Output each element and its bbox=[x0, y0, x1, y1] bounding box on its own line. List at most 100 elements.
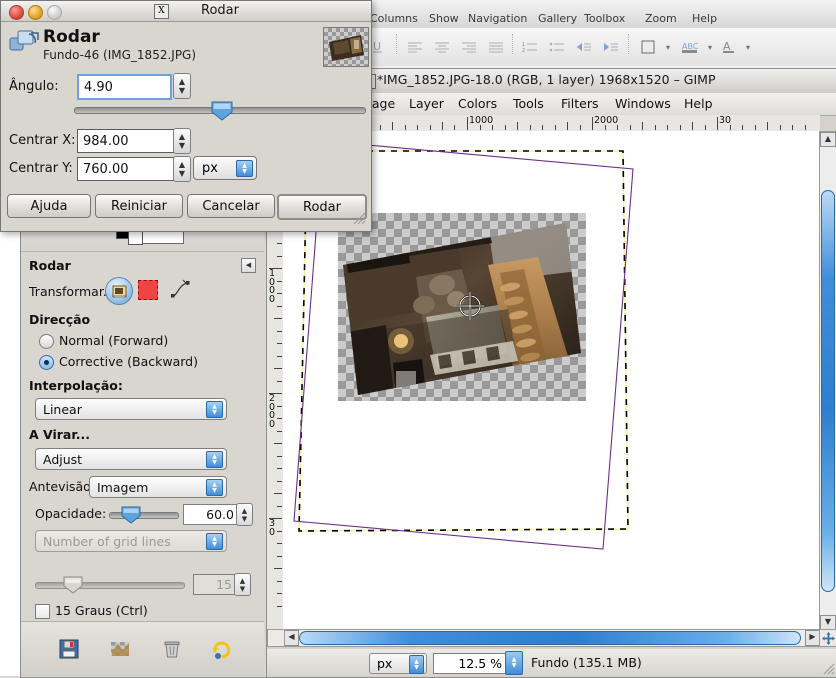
center-x-input[interactable]: 984.00 bbox=[77, 129, 176, 153]
center-y-input[interactable]: 760.00 bbox=[77, 157, 176, 181]
chevron-updown-icon[interactable]: ▲ ▼ bbox=[206, 479, 223, 496]
angle-label: Ângulo: bbox=[9, 79, 59, 94]
center-y-value: 760.00 bbox=[83, 161, 129, 177]
layer-glyph bbox=[111, 285, 127, 298]
chevron-updown-icon[interactable]: ▲ ▼ bbox=[206, 451, 223, 468]
menu-help[interactable]: Help bbox=[684, 96, 713, 111]
toolbar-separator bbox=[512, 34, 514, 54]
delete-tool-options-icon[interactable] bbox=[161, 638, 183, 660]
opacity-spinner[interactable]: ▲ ▼ bbox=[236, 503, 253, 526]
collapse-icon[interactable]: ◀ bbox=[241, 258, 256, 273]
navigation-preview-button[interactable] bbox=[819, 629, 836, 647]
path-glyph bbox=[171, 279, 190, 298]
chevron-updown-icon[interactable]: ▲ ▼ bbox=[206, 401, 223, 418]
interpolation-label: Interpolação: bbox=[29, 378, 123, 393]
scroll-down-arrow[interactable]: ▼ bbox=[820, 615, 836, 630]
rotation-center-crosshair[interactable] bbox=[455, 291, 485, 321]
quick-mask-toggle[interactable] bbox=[267, 629, 285, 647]
reset-button[interactable]: Reiniciar bbox=[95, 194, 183, 218]
constrain-15-degrees-checkbox[interactable] bbox=[35, 604, 50, 619]
opacity-value-field[interactable]: 60.0 bbox=[183, 504, 240, 525]
help-button-label: Ajuda bbox=[30, 198, 68, 214]
menu-windows[interactable]: Windows bbox=[615, 96, 671, 111]
grid-lines-slider-knob[interactable] bbox=[62, 575, 84, 594]
direction-label: Direcção bbox=[29, 312, 91, 327]
radio-corrective-backward[interactable] bbox=[39, 355, 54, 370]
scroll-right-arrow[interactable]: ▶ bbox=[805, 630, 820, 646]
angle-input[interactable]: 4.90 bbox=[77, 74, 172, 100]
opacity-label: Opacidade: bbox=[35, 506, 107, 521]
grid-lines-slider-track[interactable] bbox=[35, 582, 185, 589]
angle-spinner[interactable]: ▲ ▼ bbox=[173, 73, 191, 99]
menu-colors[interactable]: Colors bbox=[458, 96, 497, 111]
restore-tool-options-icon[interactable] bbox=[109, 638, 131, 660]
opacity-slider-knob[interactable] bbox=[120, 505, 142, 524]
resize-grip-icon[interactable] bbox=[821, 661, 835, 675]
unit-spinner[interactable]: ▲ ▼ bbox=[409, 655, 424, 674]
align-center-icon bbox=[431, 36, 453, 58]
borders-icon bbox=[638, 36, 658, 58]
gimp-toolbox-dock: Rodar ◀ Transformar. Direcção Normal (Fo… bbox=[20, 196, 267, 678]
decrease-indent-icon bbox=[573, 36, 595, 58]
grid-lines-spinner[interactable]: ▲ ▼ bbox=[234, 573, 251, 596]
clipping-combo[interactable]: Adjust ▲ ▼ bbox=[35, 448, 227, 470]
reset-tool-options-icon[interactable] bbox=[211, 638, 233, 660]
ruler-h-label-1000: 1000 bbox=[469, 115, 494, 126]
center-y-spinner[interactable]: ▲ ▼ bbox=[173, 156, 191, 182]
save-tool-options-icon[interactable] bbox=[58, 638, 80, 660]
gimp-window-title: *IMG_1852.JPG-18.0 (RGB, 1 layer) 1968x1… bbox=[377, 72, 716, 87]
angle-slider-knob[interactable] bbox=[210, 100, 234, 121]
center-y-label: Centrar Y: bbox=[9, 161, 73, 176]
resize-grip-icon[interactable] bbox=[350, 209, 366, 225]
preview-label: Antevisão: bbox=[29, 479, 95, 494]
preview-value: Imagem bbox=[97, 479, 149, 495]
menu-filters[interactable]: Filters bbox=[561, 96, 598, 111]
layer-status-label: Fundo (135.1 MB) bbox=[531, 655, 642, 670]
radio-normal-forward[interactable] bbox=[39, 334, 54, 349]
canvas-horizontal-scrollbar[interactable]: ◀ ▶ bbox=[283, 629, 821, 647]
cancel-button[interactable]: Cancelar bbox=[187, 194, 275, 218]
align-justify-icon bbox=[485, 36, 507, 58]
transform-label: Transformar. bbox=[29, 284, 107, 299]
ruler-v-label-1000: 1000 bbox=[269, 268, 276, 305]
radio-corrective-backward-label: Corrective (Backward) bbox=[59, 354, 198, 369]
cancel-button-label: Cancelar bbox=[202, 198, 260, 214]
unit-value: px bbox=[377, 656, 393, 671]
selection-transform-icon[interactable] bbox=[138, 280, 158, 300]
chevron-down-icon: ▾ bbox=[745, 42, 750, 52]
menu-layer[interactable]: Layer bbox=[409, 96, 444, 111]
unit-selector[interactable]: px ▲ ▼ bbox=[369, 653, 427, 674]
scroll-up-arrow[interactable]: ▲ bbox=[820, 132, 836, 147]
align-left-icon bbox=[404, 36, 426, 58]
reset-button-label: Reiniciar bbox=[111, 198, 167, 214]
rotate-button-label: Rodar bbox=[303, 199, 341, 215]
center-x-value: 984.00 bbox=[83, 133, 129, 149]
zoom-value-field[interactable]: 12.5 % bbox=[433, 653, 509, 674]
zoom-spinner[interactable]: ▲ ▼ bbox=[505, 651, 523, 675]
help-button[interactable]: Ajuda bbox=[7, 194, 91, 218]
horizontal-scroll-thumb[interactable] bbox=[299, 631, 801, 645]
grid-lines-value: 15 bbox=[216, 577, 232, 592]
grid-type-combo[interactable]: Number of grid lines ▲ ▼ bbox=[35, 530, 227, 552]
path-transform-icon[interactable] bbox=[171, 279, 191, 299]
interpolation-combo[interactable]: Linear ▲ ▼ bbox=[35, 398, 227, 420]
rotate-dialog-titlebar[interactable]: X Rodar bbox=[1, 1, 371, 22]
center-x-spinner[interactable]: ▲ ▼ bbox=[173, 128, 191, 154]
svg-text:2: 2 bbox=[522, 48, 525, 53]
highlight-color-icon: ABC bbox=[679, 36, 701, 58]
unit-combo[interactable]: px ▲ ▼ bbox=[193, 156, 257, 180]
preview-combo[interactable]: Imagem ▲ ▼ bbox=[89, 476, 227, 498]
toolbar-separator bbox=[628, 34, 630, 54]
menu-tools[interactable]: Tools bbox=[513, 96, 544, 111]
interpolation-value: Linear bbox=[43, 401, 82, 417]
gimp-statusbar: px ▲ ▼ 12.5 % ▲ ▼ Fundo (135.1 MB) bbox=[265, 649, 836, 676]
scroll-left-arrow[interactable]: ◀ bbox=[284, 630, 299, 646]
grid-lines-value-field[interactable]: 15 bbox=[193, 574, 238, 595]
vertical-scroll-thumb[interactable] bbox=[821, 190, 835, 592]
default-colors-bg-icon[interactable] bbox=[128, 230, 143, 245]
chevron-updown-icon[interactable]: ▲ ▼ bbox=[206, 533, 223, 550]
layer-transform-icon[interactable] bbox=[105, 277, 133, 305]
ruler-h-label-3000: 30 bbox=[719, 115, 732, 126]
canvas-vertical-scrollbar[interactable]: ▲ ▼ bbox=[819, 131, 836, 631]
chevron-updown-icon[interactable]: ▲ ▼ bbox=[236, 160, 253, 177]
